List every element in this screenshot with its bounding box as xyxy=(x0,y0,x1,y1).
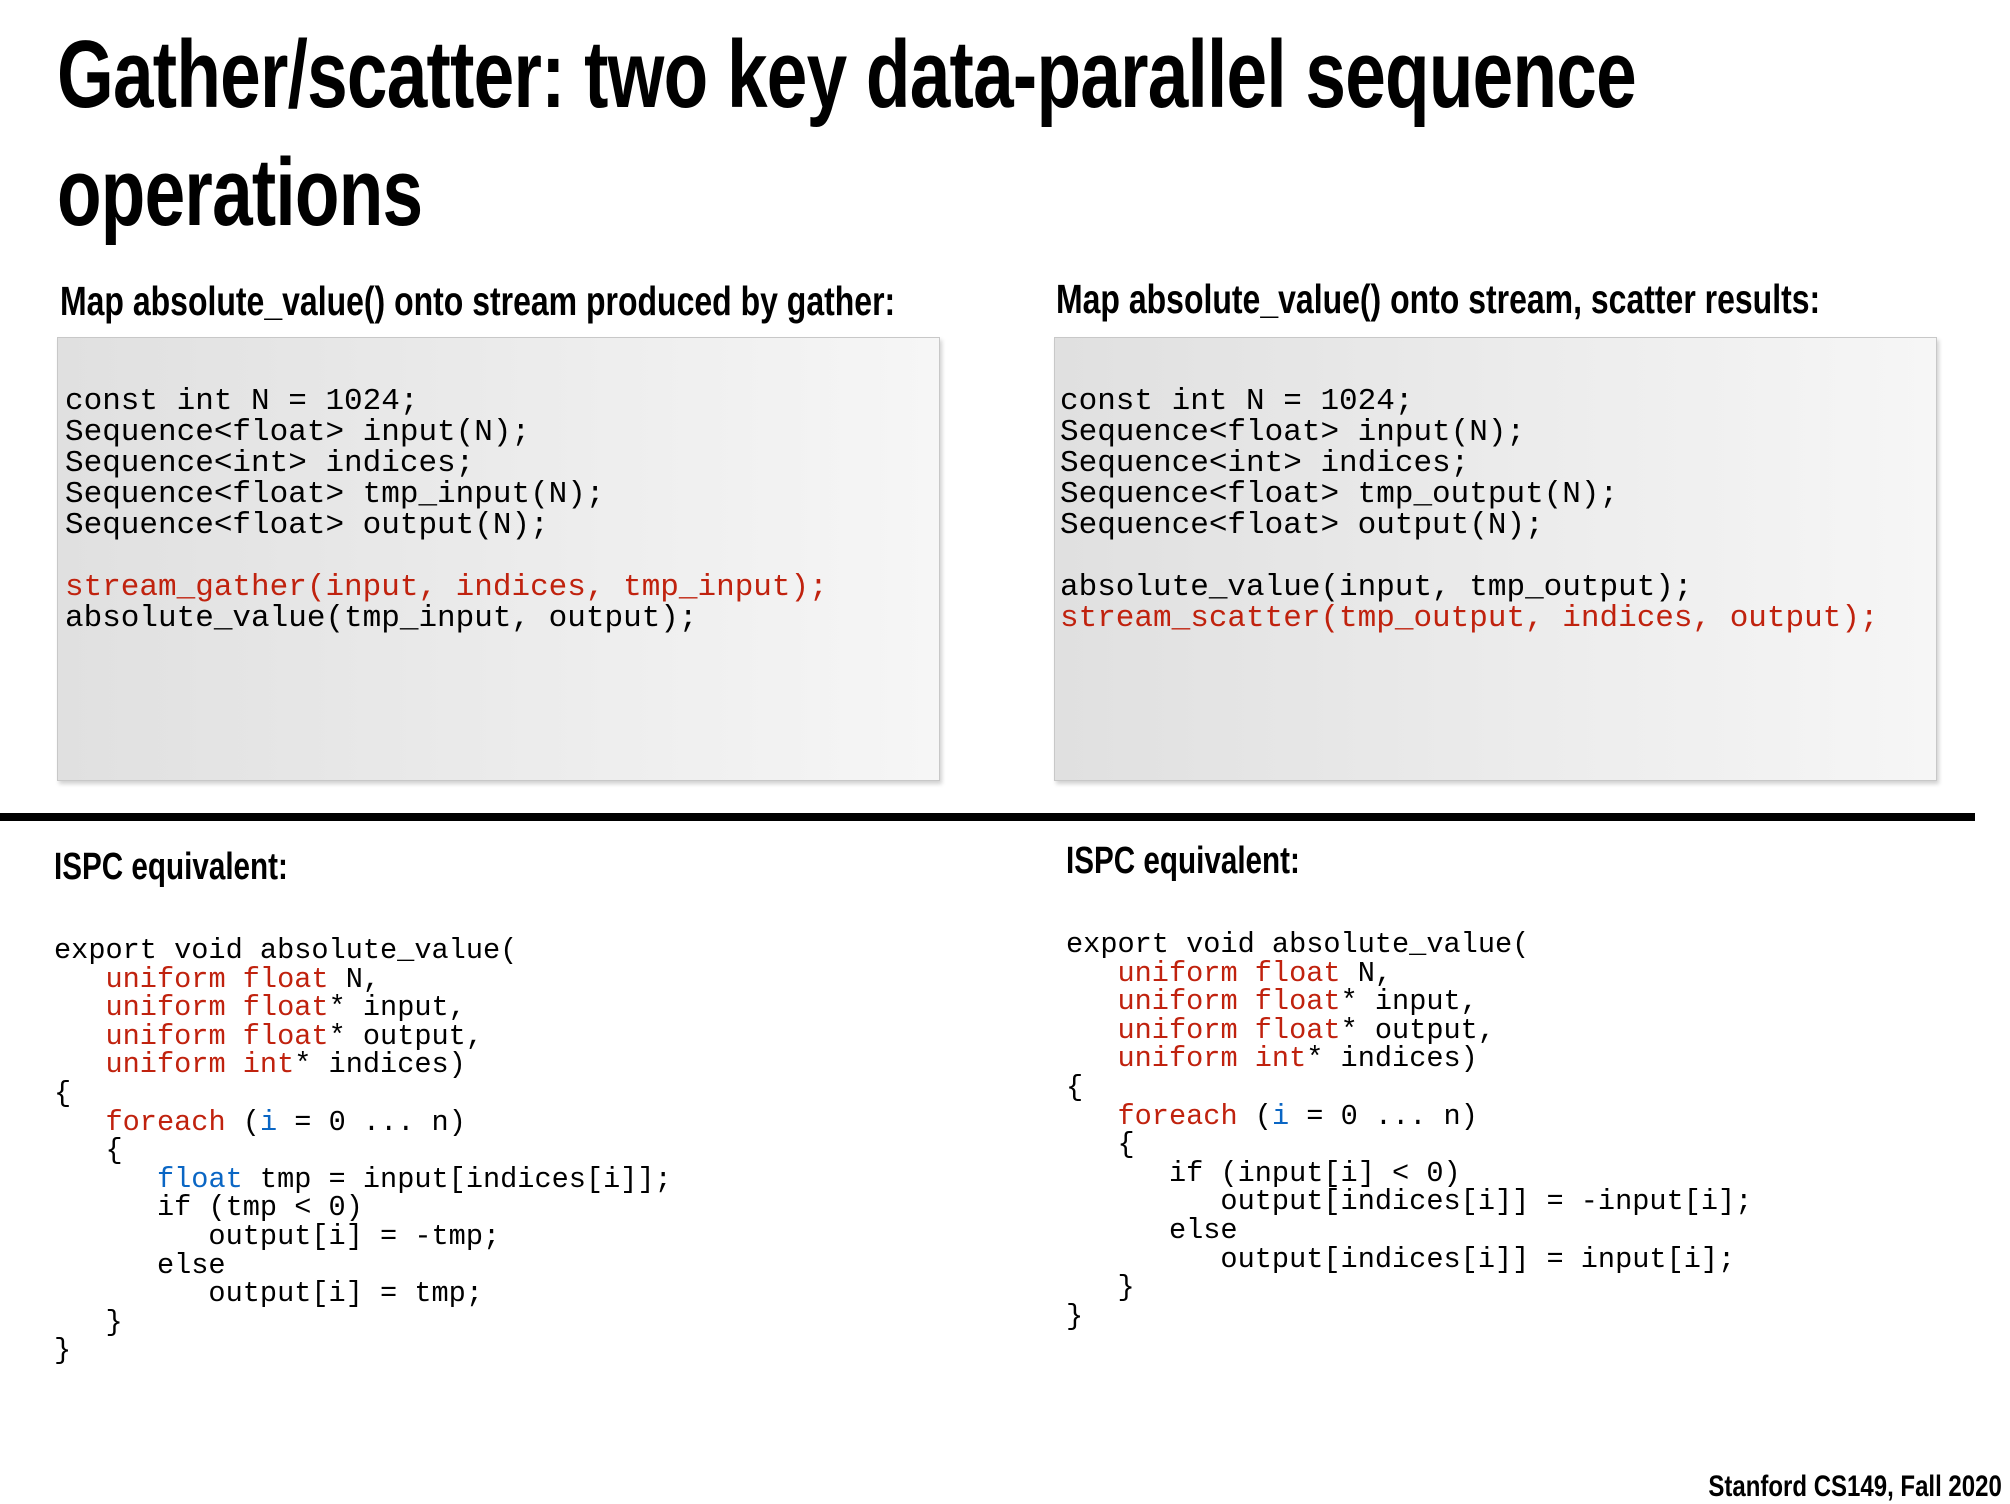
course-footer: Stanford CS149, Fall 2020 xyxy=(1708,1470,2002,1503)
code-keyword: uniform int xyxy=(1117,1042,1307,1076)
code-token: ( xyxy=(225,1105,260,1139)
code-line: foreach (i = 0 ... n) xyxy=(1066,1098,1752,1133)
code-line: output[indices[i]] = -input[i]; xyxy=(1066,1183,1752,1218)
code-keyword: uniform int xyxy=(105,1048,295,1082)
code-token: * indices) xyxy=(1306,1042,1478,1076)
gather-ispc-code: export void absolute_value( uniform floa… xyxy=(54,932,672,1367)
code-token: output[indices[i]] = input[i]; xyxy=(1066,1242,1736,1276)
code-token: ( xyxy=(1237,1099,1272,1133)
right-heading: Map absolute_value() onto stream, scatte… xyxy=(1056,276,1821,322)
code-token: = 0 ... n) xyxy=(277,1105,466,1139)
scatter-code: const int N = 1024; Sequence<float> input… xyxy=(1060,380,1879,636)
scatter-ispc-code: export void absolute_value( uniform floa… xyxy=(1066,926,1752,1333)
code-line: Sequence<int> indices; xyxy=(1060,442,1879,481)
code-line: uniform float N, xyxy=(54,961,672,996)
code-line: const int N = 1024; xyxy=(1060,380,1879,419)
scatter-code-box: const int N = 1024; Sequence<float> input… xyxy=(1054,337,1937,781)
slide-title-line-1: Gather/scatter: two key data-parallel se… xyxy=(57,21,1637,128)
code-line: Sequence<int> indices; xyxy=(65,442,828,481)
code-line: uniform float* input, xyxy=(54,989,672,1024)
code-line: } xyxy=(54,1332,672,1367)
code-line: foreach (i = 0 ... n) xyxy=(54,1104,672,1139)
code-line: Sequence<float> input(N); xyxy=(65,411,828,450)
code-line: absolute_value(input, tmp_output); xyxy=(1060,566,1879,605)
code-token: } xyxy=(54,1334,72,1368)
code-line: const int N = 1024; xyxy=(65,380,828,419)
code-line: uniform int* indices) xyxy=(1066,1040,1752,1075)
code-line: uniform int* indices) xyxy=(54,1046,672,1081)
code-keyword: stream_scatter(tmp_output, indices, outp… xyxy=(1060,601,1879,636)
gather-code: const int N = 1024; Sequence<float> input… xyxy=(65,380,828,636)
code-token: = 0 ... n) xyxy=(1289,1099,1478,1133)
code-line: export void absolute_value( xyxy=(54,932,672,967)
right-ispc-heading: ISPC equivalent: xyxy=(1066,840,1300,882)
code-line: output[indices[i]] = input[i]; xyxy=(1066,1241,1752,1276)
gather-code-box: const int N = 1024; Sequence<float> input… xyxy=(57,337,940,781)
code-line: output[i] = tmp; xyxy=(54,1275,672,1310)
left-heading: Map absolute_value() onto stream produce… xyxy=(60,278,896,324)
code-line: stream_gather(input, indices, tmp_input)… xyxy=(65,566,828,605)
slide-title-line-2: operations xyxy=(57,139,423,246)
code-keyword: i xyxy=(259,1105,278,1139)
code-line: if (input[i] < 0) xyxy=(1066,1155,1752,1190)
code-line: export void absolute_value( xyxy=(1066,926,1752,961)
code-token: Sequence<float> output(N); xyxy=(65,508,549,543)
code-token: } xyxy=(1066,1299,1084,1333)
code-line: } xyxy=(1066,1298,1752,1333)
left-ispc-heading: ISPC equivalent: xyxy=(54,846,288,888)
code-line: float tmp = input[indices[i]]; xyxy=(54,1161,672,1196)
code-keyword: foreach xyxy=(105,1105,226,1139)
divider-rule xyxy=(0,813,1975,821)
code-keyword: foreach xyxy=(1117,1099,1238,1133)
code-line: output[i] = -tmp; xyxy=(54,1218,672,1253)
code-line: uniform float* output, xyxy=(54,1018,672,1053)
code-line: uniform float* output, xyxy=(1066,1012,1752,1047)
code-line: stream_scatter(tmp_output, indices, outp… xyxy=(1060,597,1879,636)
code-line: Sequence<float> output(N); xyxy=(65,504,828,543)
code-line: Sequence<float> tmp_input(N); xyxy=(65,473,828,512)
code-token: Sequence<float> output(N); xyxy=(1060,508,1544,543)
code-token: absolute_value(tmp_input, output); xyxy=(65,601,698,636)
code-line: Sequence<float> output(N); xyxy=(1060,504,1879,543)
code-line: Sequence<float> tmp_output(N); xyxy=(1060,473,1879,512)
code-token: * indices) xyxy=(294,1048,466,1082)
code-line: uniform float* input, xyxy=(1066,983,1752,1018)
code-keyword: i xyxy=(1271,1099,1290,1133)
code-line: Sequence<float> input(N); xyxy=(1060,411,1879,450)
